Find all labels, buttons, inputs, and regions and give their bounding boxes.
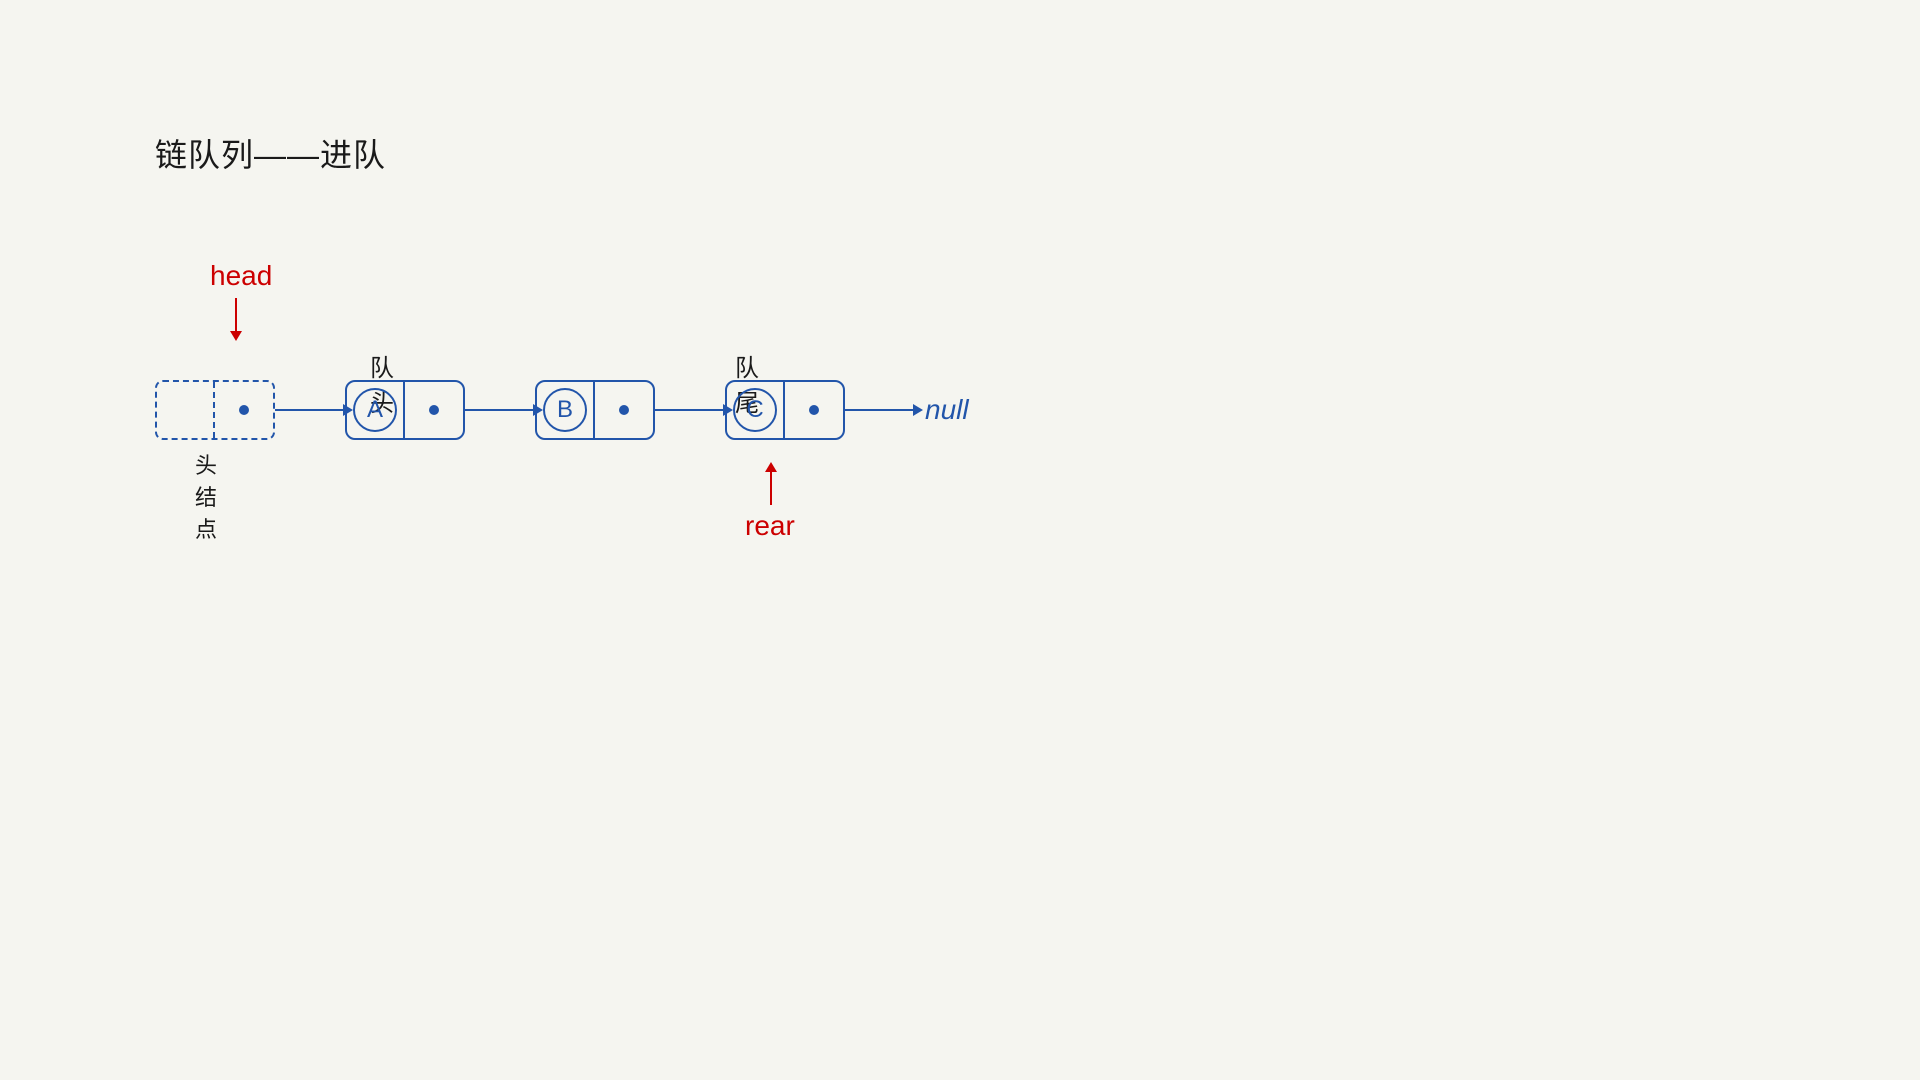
arrow-a-to-b [465, 409, 535, 411]
head-node-data-cell [157, 382, 215, 438]
arrow-line-2 [465, 409, 535, 411]
node-c-circle: C [733, 388, 777, 432]
arrow-c-to-null [845, 409, 915, 411]
node-b: B [535, 380, 655, 440]
node-a: A [345, 380, 465, 440]
arrow-b-to-c [655, 409, 725, 411]
node-b-data-cell: B [537, 382, 595, 438]
arrow-line-3 [655, 409, 725, 411]
page: 链队列——进队 head 队头 队尾 [0, 0, 1920, 1080]
arrow-line-4 [845, 409, 915, 411]
arrow-head-to-a [275, 409, 345, 411]
node-a-pointer-cell [405, 382, 463, 438]
rear-label: rear [745, 510, 795, 542]
node-c-dot [809, 405, 819, 415]
arrow-line-1 [275, 409, 345, 411]
node-b-pointer-cell [595, 382, 653, 438]
node-a-data-cell: A [347, 382, 405, 438]
head-arrow-icon [235, 298, 237, 333]
node-c: C [725, 380, 845, 440]
null-label: null [925, 394, 969, 426]
nodes-row: A B [155, 380, 969, 440]
node-c-label: C [746, 396, 763, 424]
head-node-dot [239, 405, 249, 415]
rear-arrow-icon [770, 470, 772, 505]
node-a-dot [429, 405, 439, 415]
node-b-circle: B [543, 388, 587, 432]
node-c-data-cell: C [727, 382, 785, 438]
head-node-pointer-cell [215, 382, 273, 438]
head-node [155, 380, 275, 440]
node-a-circle: A [353, 388, 397, 432]
page-title: 链队列——进队 [155, 130, 386, 176]
node-a-label: A [367, 396, 383, 424]
node-b-dot [619, 405, 629, 415]
node-b-label: B [557, 396, 573, 424]
head-node-text-label: 头结点 [195, 448, 217, 544]
head-label: head [210, 260, 272, 292]
node-c-pointer-cell [785, 382, 843, 438]
